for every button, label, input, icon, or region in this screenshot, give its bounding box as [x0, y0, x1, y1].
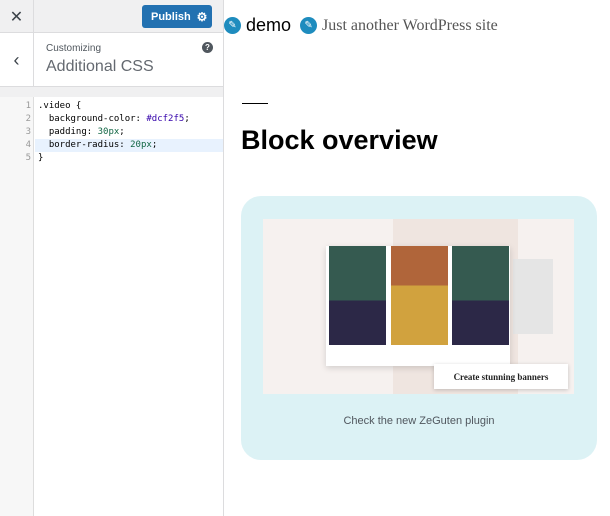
site-branding: ✎ demo ✎ Just another WordPress site — [224, 15, 498, 36]
image-card — [329, 246, 386, 345]
video-caption: Check the new ZeGuten plugin — [343, 415, 495, 427]
plugin-preview-image: Create stunning banners — [263, 219, 574, 394]
video-block: Create stunning banners Check the new Ze… — [241, 196, 597, 460]
line-number: 2 — [25, 114, 31, 124]
site-title[interactable]: demo — [246, 15, 291, 36]
separator — [242, 103, 268, 104]
css-property: border-radius: — [38, 140, 131, 150]
line-number: 3 — [25, 127, 31, 137]
edit-tagline-icon[interactable]: ✎ — [300, 17, 318, 34]
semicolon: ; — [151, 140, 158, 150]
edit-title-icon[interactable]: ✎ — [224, 17, 241, 34]
help-icon[interactable]: ? — [202, 42, 213, 53]
line-number: 4 — [25, 140, 31, 150]
gear-icon[interactable]: ⚙ — [192, 10, 212, 24]
css-property: padding: — [38, 127, 98, 137]
site-preview: ✎ demo ✎ Just another WordPress site Blo… — [224, 0, 610, 516]
code-line-active: border-radius: 20px; — [35, 139, 223, 152]
image-card — [452, 246, 509, 345]
line-number: 5 — [25, 153, 31, 163]
banner-label: Create stunning banners — [434, 364, 568, 389]
section-header: ‹ Customizing Additional CSS ? — [0, 33, 223, 87]
semicolon: ; — [119, 127, 125, 137]
code-line: } — [38, 153, 44, 163]
customizer-sidebar: ✕ Publish ⚙ ‹ Customizing Additional CSS… — [0, 0, 224, 516]
css-code-editor[interactable]: 1 2 3 4 5 .video { background-color: #dc… — [0, 97, 223, 516]
semicolon: ; — [184, 114, 190, 124]
code-line: padding: 30px; — [38, 126, 223, 139]
publish-button[interactable]: Publish ⚙ — [142, 5, 212, 28]
css-value: 30px — [97, 127, 120, 137]
close-icon: ✕ — [9, 8, 24, 26]
code-line: background-color: #dcf2f5; — [38, 113, 223, 126]
back-button[interactable]: ‹ — [0, 33, 34, 87]
section-title: Additional CSS — [46, 58, 154, 75]
page-title: Block overview — [241, 125, 438, 155]
sidebar-header: ✕ Publish ⚙ — [0, 0, 223, 33]
site-tagline: Just another WordPress site — [322, 16, 498, 34]
line-number: 1 — [25, 101, 31, 111]
css-value: 20px — [130, 140, 152, 150]
chevron-left-icon: ‹ — [13, 49, 20, 70]
close-button[interactable]: ✕ — [0, 0, 34, 33]
customizing-label: Customizing — [46, 43, 102, 54]
css-value: #dcf2f5 — [146, 114, 185, 124]
publish-label: Publish — [151, 10, 191, 23]
image-card — [391, 246, 448, 345]
code-line: .video { — [38, 101, 82, 111]
css-property: background-color: — [38, 114, 147, 124]
